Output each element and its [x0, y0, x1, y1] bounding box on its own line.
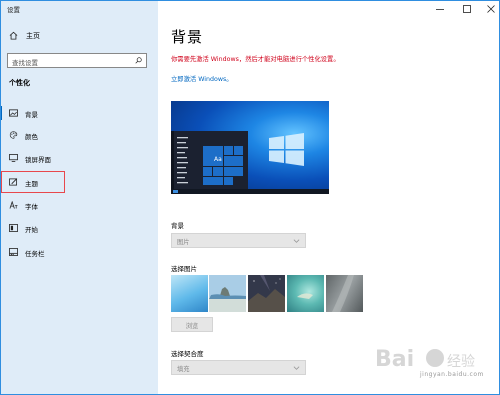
window-frame: [0, 0, 500, 395]
